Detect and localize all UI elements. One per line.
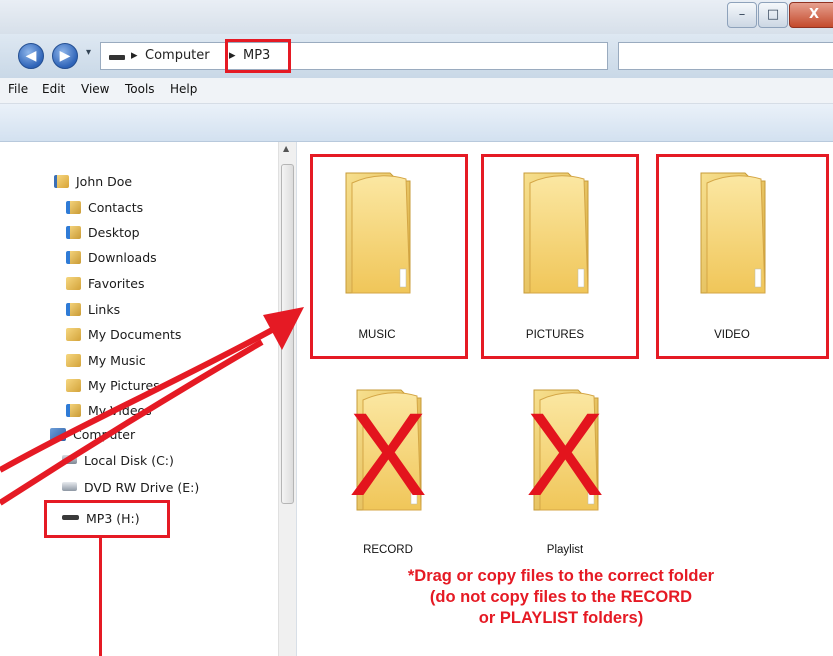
nav-scrollbar[interactable]: ▲: [278, 142, 296, 656]
command-bar: [0, 104, 833, 142]
nav-item-my-documents[interactable]: My Documents: [66, 324, 181, 346]
nav-item-downloads[interactable]: Downloads: [66, 247, 157, 269]
downloads-folder-icon: [66, 251, 81, 264]
note-line: (do not copy files to the RECORD: [429, 588, 693, 606]
nav-item-local-disk[interactable]: Local Disk (C:): [62, 450, 174, 472]
nav-item-links[interactable]: Links: [66, 299, 120, 321]
music-folder-icon: [66, 354, 81, 367]
close-button[interactable]: X: [789, 2, 833, 28]
pictures-folder-icon: [66, 379, 81, 392]
explorer-window: – □ X ◀ ▶ ▾ ▸ Computer ▸ MP3 ▾ ⇆ File Ed…: [0, 0, 833, 656]
desktop-folder-icon: [66, 226, 81, 239]
contacts-folder-icon: [66, 201, 81, 214]
favorites-folder-icon: [66, 277, 81, 290]
nav-item-contacts[interactable]: Contacts: [66, 197, 143, 219]
videos-folder-icon: [66, 404, 81, 417]
breadcrumb-highlight-box: [225, 39, 291, 73]
drive-icon: [109, 55, 125, 60]
note-line: *Drag or copy files to the correct folde…: [407, 567, 715, 585]
nav-item-desktop[interactable]: Desktop: [66, 222, 140, 244]
documents-folder-icon: [66, 328, 81, 341]
folder-label: RECORD: [363, 544, 413, 556]
folder-label: Playlist: [546, 544, 584, 556]
menu-bar: File Edit View Tools Help: [0, 78, 833, 104]
user-folder-icon: [54, 175, 69, 188]
address-bar[interactable]: ▸ Computer ▸ MP3 ▾ ⇆: [100, 39, 698, 73]
nav-item-my-pictures[interactable]: My Pictures: [66, 375, 160, 397]
instruction-note: *Drag or copy files to the correct folde…: [296, 566, 826, 629]
nav-item-my-music[interactable]: My Music: [66, 350, 146, 372]
note-line: or PLAYLIST folders): [478, 609, 644, 627]
minimize-button[interactable]: –: [727, 2, 757, 28]
nav-item-john-doe[interactable]: John Doe: [54, 171, 132, 193]
mp3-callout-line: [99, 538, 102, 656]
nav-item-computer[interactable]: Computer: [50, 424, 135, 446]
music-highlight-box: [310, 154, 468, 359]
address-toolbar: ◀ ▶ ▾ ▸ Computer ▸ MP3 ▾ ⇆: [0, 34, 833, 78]
scrollbar-thumb[interactable]: [281, 164, 294, 504]
dvd-drive-icon: [62, 482, 77, 491]
menu-edit[interactable]: Edit: [42, 82, 65, 96]
recent-pages-button[interactable]: ▾: [86, 47, 91, 58]
scroll-up-icon[interactable]: ▲: [283, 144, 289, 153]
breadcrumb-separator-icon: ▸: [131, 48, 138, 63]
maximize-button[interactable]: □: [758, 2, 788, 28]
forward-button[interactable]: ▶: [52, 43, 78, 69]
search-input[interactable]: [618, 42, 833, 70]
menu-tools[interactable]: Tools: [125, 82, 155, 96]
local-disk-icon: [62, 455, 77, 464]
x-mark-icon: X: [525, 389, 605, 521]
back-button[interactable]: ◀: [18, 43, 44, 69]
breadcrumb-computer[interactable]: Computer: [145, 48, 210, 63]
folder-playlist[interactable]: X Playlist: [500, 372, 630, 556]
title-bar: – □ X: [0, 0, 833, 34]
video-highlight-box: [656, 154, 829, 359]
links-folder-icon: [66, 303, 81, 316]
pictures-highlight-box: [481, 154, 639, 359]
nav-item-favorites[interactable]: Favorites: [66, 273, 144, 295]
nav-item-dvd-drive[interactable]: DVD RW Drive (E:): [62, 477, 199, 499]
menu-view[interactable]: View: [81, 82, 109, 96]
mp3-drive-highlight-box: [44, 500, 170, 538]
computer-icon: [50, 428, 66, 441]
nav-item-my-videos[interactable]: My Videos: [66, 400, 152, 422]
menu-file[interactable]: File: [8, 82, 28, 96]
navigation-pane: [0, 142, 297, 656]
folder-record[interactable]: X RECORD: [323, 372, 453, 556]
menu-help[interactable]: Help: [170, 82, 197, 96]
x-mark-icon: X: [348, 389, 428, 521]
